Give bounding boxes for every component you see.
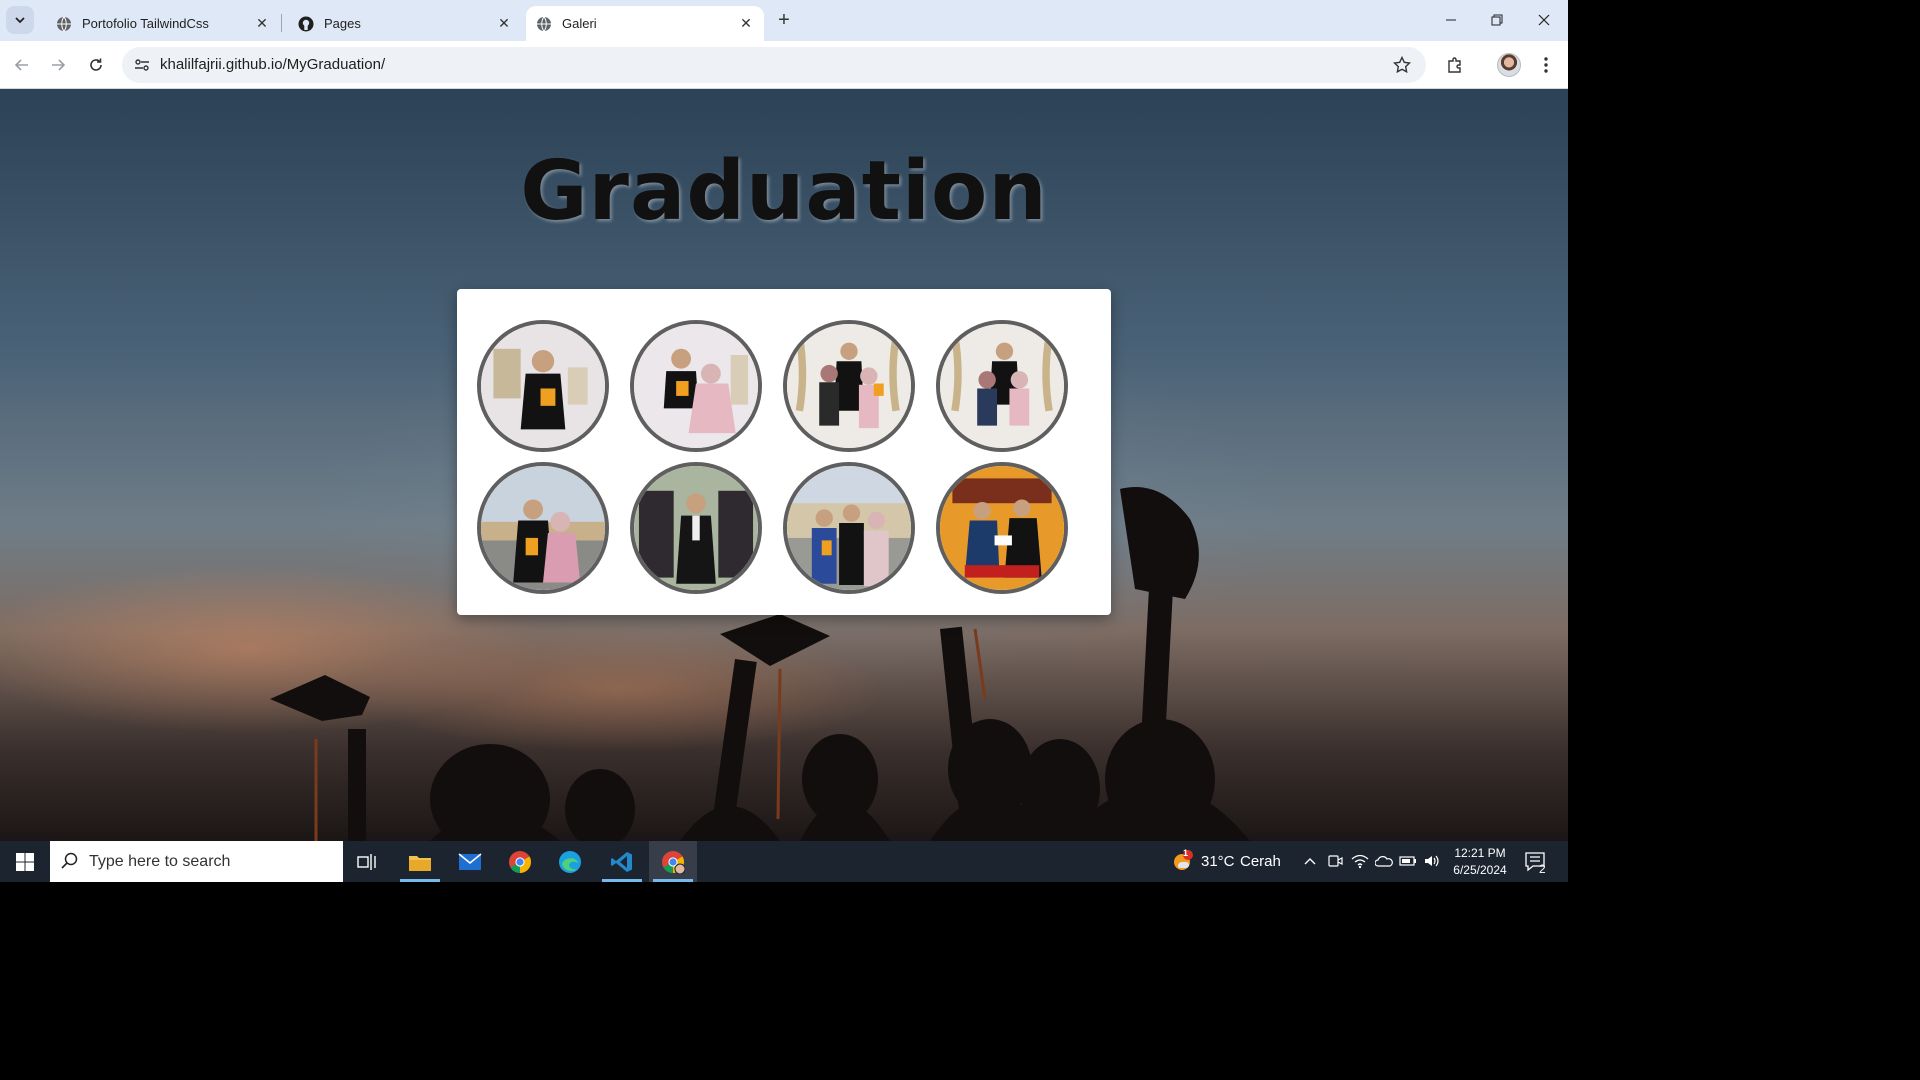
tab-search-button[interactable] <box>6 6 34 34</box>
tab-title: Galeri <box>562 16 597 31</box>
search-placeholder: Type here to search <box>89 853 231 870</box>
gallery-photo[interactable] <box>477 462 609 594</box>
windows-icon <box>16 852 34 871</box>
close-tab-icon[interactable]: ✕ <box>494 14 514 34</box>
arrow-left-icon <box>14 59 28 71</box>
site-info-icon[interactable] <box>130 53 154 77</box>
page-title: Graduation <box>520 144 1048 239</box>
close-icon <box>1538 14 1550 26</box>
edge-button[interactable] <box>546 841 594 882</box>
reload-button[interactable] <box>82 51 110 79</box>
system-clock[interactable]: 12:21 PM 6/25/2024 <box>1444 845 1516 879</box>
chrome-profile-button[interactable] <box>649 841 697 882</box>
gallery-photo[interactable] <box>783 462 915 594</box>
volume-icon[interactable] <box>1423 852 1441 870</box>
vscode-button[interactable] <box>598 841 646 882</box>
vscode-icon <box>611 851 632 872</box>
extensions-button[interactable] <box>1441 51 1469 79</box>
tab-pages[interactable]: Pages ✕ <box>282 6 522 41</box>
github-icon <box>298 16 314 32</box>
globe-icon <box>56 16 72 32</box>
more-vert-icon <box>1544 57 1548 73</box>
wifi-icon[interactable] <box>1351 852 1369 870</box>
chrome-button[interactable] <box>496 841 544 882</box>
start-button[interactable] <box>0 841 50 882</box>
back-button[interactable] <box>8 51 36 79</box>
menu-button[interactable] <box>1532 51 1560 79</box>
mail-icon <box>458 852 482 870</box>
tab-strip: Portofolio TailwindCss ✕ Pages ✕ Galeri … <box>0 0 1568 41</box>
edge-icon <box>559 850 581 873</box>
url-text[interactable]: khalilfajrii.github.io/MyGraduation/ <box>160 56 385 73</box>
tab-galeri[interactable]: Galeri ✕ <box>526 6 764 41</box>
minimize-button[interactable] <box>1428 4 1474 36</box>
folder-icon <box>409 855 431 871</box>
gallery-photo[interactable] <box>477 320 609 452</box>
close-window-button[interactable] <box>1521 4 1567 36</box>
tab-title: Portofolio TailwindCss <box>82 16 209 31</box>
chrome-icon <box>509 850 531 873</box>
puzzle-icon <box>1448 57 1461 73</box>
photo-gallery <box>457 289 1111 615</box>
clock-date: 6/25/2024 <box>1453 863 1507 877</box>
page-background: Graduation <box>0 89 1568 841</box>
close-tab-icon[interactable]: ✕ <box>736 14 756 34</box>
chrome-icon <box>662 850 685 874</box>
gallery-photo[interactable] <box>630 320 762 452</box>
taskbar-search[interactable]: Type here to search <box>50 841 343 882</box>
tab-portofolio[interactable]: Portofolio TailwindCss ✕ <box>40 6 280 41</box>
tab-title: Pages <box>324 16 361 31</box>
address-bar[interactable]: khalilfajrii.github.io/MyGraduation/ <box>122 47 1426 83</box>
weather-badge: 1 <box>1183 848 1189 858</box>
profile-avatar[interactable] <box>1497 53 1521 77</box>
onedrive-icon[interactable] <box>1375 852 1393 870</box>
notification-count: 2 <box>1539 862 1546 876</box>
globe-icon <box>536 16 552 32</box>
arrow-right-icon <box>52 59 66 71</box>
gallery-photo[interactable] <box>936 320 1068 452</box>
weather-temperature[interactable]: 31°C <box>1201 853 1235 870</box>
clock-time: 12:21 PM <box>1454 846 1506 860</box>
close-tab-icon[interactable]: ✕ <box>252 14 272 34</box>
chevron-up-icon[interactable] <box>1301 852 1319 870</box>
task-view-button[interactable] <box>343 841 391 882</box>
new-tab-button[interactable]: + <box>772 8 796 32</box>
bookmark-star-icon[interactable] <box>1390 53 1414 77</box>
taskbar: Type here to search 1 31°C Cerah 12:21 P… <box>0 841 1568 882</box>
reload-icon <box>90 58 102 71</box>
weather-condition[interactable]: Cerah <box>1240 853 1281 870</box>
gallery-photo[interactable] <box>630 462 762 594</box>
battery-icon[interactable] <box>1399 852 1417 870</box>
file-explorer-button[interactable] <box>396 841 444 882</box>
mail-button[interactable] <box>446 841 494 882</box>
search-icon <box>60 851 80 871</box>
task-view-icon <box>357 853 376 870</box>
gallery-photo[interactable] <box>783 320 915 452</box>
gallery-photo[interactable] <box>936 462 1068 594</box>
browser-toolbar: khalilfajrii.github.io/MyGraduation/ <box>0 41 1568 89</box>
restore-button[interactable] <box>1474 4 1520 36</box>
meet-now-icon[interactable] <box>1326 852 1344 870</box>
minimize-icon <box>1446 19 1456 21</box>
forward-button[interactable] <box>44 51 72 79</box>
chevron-down-icon <box>15 17 25 24</box>
restore-icon <box>1491 14 1503 26</box>
